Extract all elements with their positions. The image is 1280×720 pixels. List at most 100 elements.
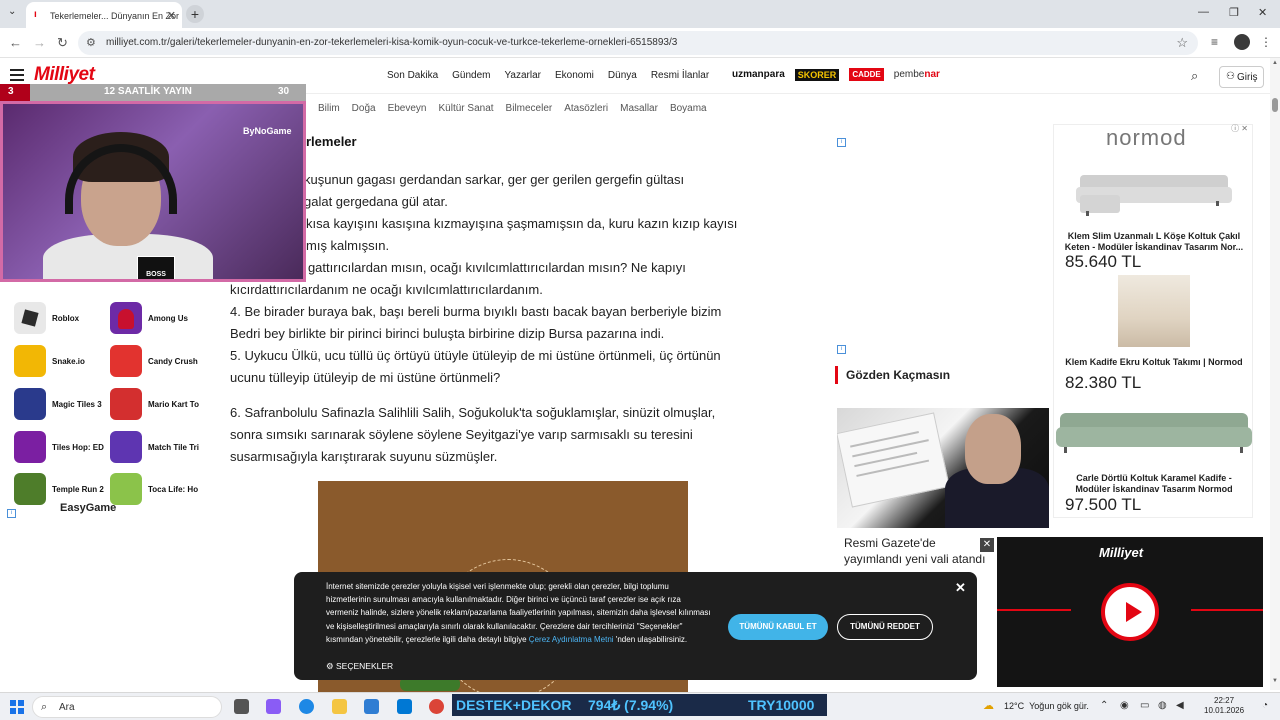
article-line: susarmısağıyla karıştırarak suyunu süzmü… <box>230 449 498 464</box>
tray-chevron-icon[interactable]: ⌃ <box>1100 700 1108 711</box>
app-icon[interactable] <box>397 699 412 714</box>
edge-icon[interactable] <box>299 699 314 714</box>
article-line: kıcırdattırıcılardanım ne ocağı kıvılcım… <box>230 282 543 297</box>
nav-ekonomi[interactable]: Ekonomi <box>555 70 594 81</box>
chrome-icon[interactable] <box>429 699 444 714</box>
notifications-icon[interactable]: ◔ <box>1262 700 1268 711</box>
cookie-body-end: 'nden ulaşabilirsiniz. <box>615 634 688 644</box>
url-text[interactable]: milliyet.com.tr/galeri/tekerlemeler-duny… <box>106 37 677 48</box>
subnav-doga[interactable]: Doğa <box>352 103 376 114</box>
reading-list-icon[interactable]: ≡ <box>1211 35 1218 49</box>
webcam-overlay: ByNoGame BOSS BEE <box>0 101 306 282</box>
window-close-icon[interactable]: ✕ <box>1258 6 1267 19</box>
cookie-options-button[interactable]: ⚙ SEÇENEKLER <box>326 661 393 672</box>
ad-choices-icon[interactable]: i <box>837 345 846 354</box>
ad-product-name[interactable]: Carle Dörtlü Koltuk Karamel Kadife - Mod… <box>1058 473 1250 495</box>
subnav-bilim[interactable]: Bilim <box>318 103 340 114</box>
task-view-icon[interactable] <box>234 699 249 714</box>
news-title-link[interactable]: Resmi Gazete'de yayımlandı yeni vali ata… <box>844 535 994 567</box>
subnav-masallar[interactable]: Masallar <box>620 103 658 114</box>
weather-temp: 12°C <box>1004 701 1025 711</box>
restore-icon[interactable]: ❐ <box>1229 6 1239 19</box>
login-button[interactable]: ⚇ Giriş <box>1219 66 1264 88</box>
reject-all-button[interactable]: TÜMÜNÜ REDDET <box>837 614 933 640</box>
scroll-down-icon[interactable]: ▼ <box>1272 678 1278 684</box>
network-icon[interactable]: ◍ <box>1158 700 1167 711</box>
snake-io-icon <box>14 345 46 377</box>
profile-avatar[interactable] <box>1234 34 1250 50</box>
ad-choices-icon[interactable]: i <box>7 509 16 518</box>
windows-start-icon[interactable] <box>10 700 24 714</box>
forward-icon[interactable]: → <box>33 35 46 50</box>
battery-icon[interactable]: ▭ <box>1140 700 1149 711</box>
hamburger-menu-icon[interactable] <box>10 69 24 81</box>
toca-life-icon <box>110 473 142 505</box>
game-label: Among Us <box>148 314 188 323</box>
volume-icon[interactable]: ◀ <box>1176 700 1184 711</box>
ad-close-icon[interactable]: ⓘ ✕ <box>1231 123 1248 134</box>
store-icon[interactable] <box>364 699 379 714</box>
uzmanpara-link[interactable]: uzmanpara <box>732 69 785 80</box>
cookie-close-icon[interactable]: ✕ <box>955 580 966 596</box>
browser-tab[interactable]: ı Tekerlemeler... Dünyanın En Zor ✕ <box>26 2 182 28</box>
reload-icon[interactable]: ↻ <box>57 35 68 51</box>
ad-product-name[interactable]: Klem Kadife Ekru Koltuk Takımı | Normod <box>1058 357 1250 368</box>
taskbar-search[interactable]: ⌕ Ara <box>32 696 222 718</box>
ad-product-name[interactable]: Klem Slim Uzanmalı L Köşe Koltuk Çakıl K… <box>1058 231 1250 253</box>
address-bar[interactable]: ⚙ milliyet.com.tr/galeri/tekerlemeler-du… <box>78 31 1198 55</box>
accept-all-button[interactable]: TÜMÜNÜ KABUL ET <box>728 614 828 640</box>
nav-son-dakika[interactable]: Son Dakika <box>387 70 438 81</box>
milliyet-logo[interactable]: Milliyet <box>34 64 95 86</box>
file-explorer-icon[interactable] <box>332 699 347 714</box>
weather-desc: Yoğun gök gür. <box>1029 701 1089 711</box>
weather-text[interactable]: 12°C Yoğun gök gür. <box>1004 701 1089 711</box>
match-tile-icon <box>110 431 142 463</box>
easygame-logo[interactable]: EasyGame <box>60 502 116 514</box>
nav-gundem[interactable]: Gündem <box>452 70 490 81</box>
ad-choices-icon[interactable]: i <box>837 138 846 147</box>
bookmark-star-icon[interactable]: ☆ <box>1176 35 1188 51</box>
site-info-icon[interactable]: ⚙ <box>86 36 96 49</box>
nav-dunya[interactable]: Dünya <box>608 70 637 81</box>
minimize-icon[interactable]: — <box>1198 6 1209 18</box>
video-close-icon[interactable]: ✕ <box>980 538 994 552</box>
subnav-ebeveyn[interactable]: Ebeveyn <box>388 103 427 114</box>
stream-ticker: DESTEK+DEKOR 794₺ (7.94%) TRY10000 <box>452 694 827 716</box>
cookie-policy-link[interactable]: Çerez Aydınlatma Metni <box>529 635 614 644</box>
cookie-consent-banner: İnternet sitemizde çerezler yoluyla kişi… <box>294 572 977 680</box>
play-icon[interactable] <box>1101 583 1159 641</box>
subnav-boyama[interactable]: Boyama <box>670 103 707 114</box>
scroll-thumb[interactable] <box>1272 98 1278 112</box>
clock-date: 10.01.2026 <box>1204 706 1245 715</box>
tab-list-chevron-icon[interactable]: ⌄ <box>8 6 16 17</box>
game-label: Candy Crush <box>148 357 198 366</box>
article-line: kısa kayışını kasışına kızmayışına şaşma… <box>306 216 738 231</box>
site-search-icon[interactable]: ⌕ <box>1191 68 1198 84</box>
subnav-atasozleri[interactable]: Atasözleri <box>564 103 608 114</box>
ad-product-price: 82.380 TL <box>1065 373 1142 392</box>
channel-badge: ByNoGame <box>243 126 292 136</box>
subnav-bilmeceler[interactable]: Bilmeceler <box>506 103 553 114</box>
copilot-icon[interactable] <box>266 699 281 714</box>
tab-close-icon[interactable]: ✕ <box>167 9 176 22</box>
news-image[interactable] <box>837 408 1049 528</box>
nav-yazarlar[interactable]: Yazarlar <box>505 70 542 81</box>
pembenar-link[interactable]: pembenar <box>894 69 940 80</box>
video-player[interactable]: Milliyet <box>997 537 1263 687</box>
normod-ad[interactable]: normod ⓘ ✕ Klem Slim Uzanmalı L Köşe Kol… <box>1053 124 1253 518</box>
game-label: Tiles Hop: ED <box>52 443 104 452</box>
cadde-link[interactable]: CADDE <box>849 68 884 81</box>
partner-links: uzmanpara SKORER CADDE pembenar <box>732 68 940 81</box>
cookie-text: İnternet sitemizde çerezler yoluyla kişi… <box>326 580 711 646</box>
back-icon[interactable]: ← <box>9 35 22 50</box>
browser-menu-icon[interactable]: ⋮ <box>1260 35 1272 49</box>
subnav-kultur-sanat[interactable]: Kültür Sanat <box>439 103 494 114</box>
taskbar-clock[interactable]: 22:27 10.01.2026 <box>1204 696 1244 716</box>
scroll-up-icon[interactable]: ▲ <box>1272 60 1278 66</box>
nav-resmi-ilanlar[interactable]: Resmi İlanlar <box>651 70 709 81</box>
skorer-link[interactable]: SKORER <box>794 68 840 81</box>
magic-tiles-icon <box>14 388 46 420</box>
page-scrollbar[interactable]: ▲ ▼ <box>1270 58 1280 690</box>
new-tab-button[interactable]: + <box>186 5 204 23</box>
tray-app-icon[interactable]: ◉ <box>1120 700 1129 711</box>
